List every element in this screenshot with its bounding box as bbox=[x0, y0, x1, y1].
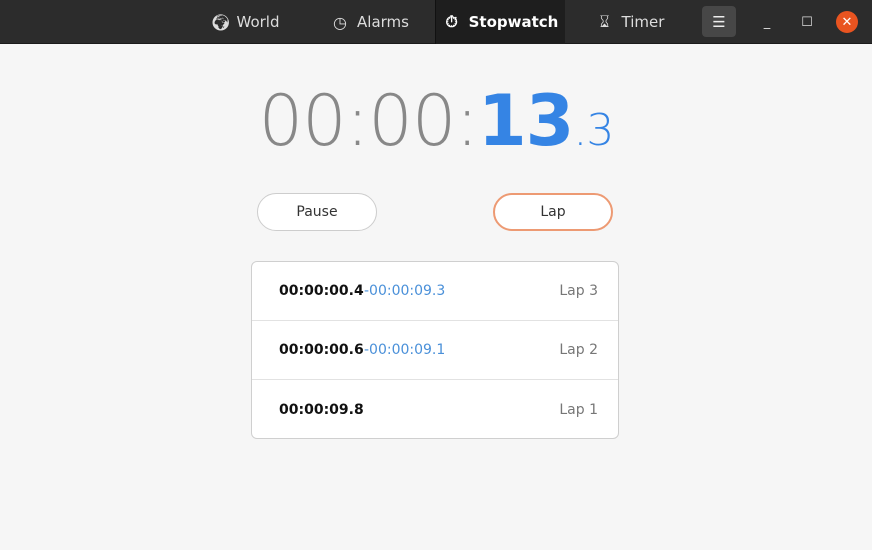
maximize-button[interactable]: ☐ bbox=[796, 11, 818, 33]
tab-timer[interactable]: ⌛︎ Timer bbox=[575, 0, 685, 44]
tenths: .3 bbox=[573, 105, 614, 156]
tab-stopwatch[interactable]: ⏱︎ Stopwatch bbox=[435, 0, 565, 44]
stopwatch-icon: ⏱︎ bbox=[445, 12, 458, 31]
lap-label: Lap 1 bbox=[559, 401, 598, 418]
lap-difference: -00:00:09.1 bbox=[364, 342, 446, 358]
tab-label: Stopwatch bbox=[468, 13, 559, 31]
tab-world[interactable]: 🌍︎ World bbox=[185, 0, 305, 44]
lap-time: 00:00:00.4 bbox=[279, 283, 364, 299]
globe-icon: 🌍︎ bbox=[210, 12, 231, 32]
lap-button[interactable]: Lap bbox=[493, 193, 613, 231]
lap-row: 00:00:00.6 -00:00:09.1 Lap 2 bbox=[252, 321, 618, 380]
pause-button[interactable]: Pause bbox=[257, 193, 377, 231]
header-bar: 🌍︎ World ◷ Alarms ⏱︎ Stopwatch ⌛︎ Timer ☰ _ … bbox=[0, 0, 872, 44]
tab-label: Timer bbox=[621, 13, 665, 31]
tab-label: World bbox=[236, 13, 280, 31]
tab-alarms[interactable]: ◷ Alarms bbox=[310, 0, 430, 44]
alarm-clock-icon: ◷ bbox=[333, 12, 347, 32]
hourglass-icon: ⌛︎ bbox=[599, 12, 610, 31]
hamburger-icon: ☰ bbox=[712, 12, 726, 31]
hours-minutes: 00:00: bbox=[258, 80, 479, 162]
lap-label: Lap 2 bbox=[559, 342, 598, 358]
close-icon: ✕ bbox=[841, 14, 853, 30]
lap-time: 00:00:00.6 bbox=[279, 342, 364, 358]
stopwatch-display: 00:00:13.3 bbox=[0, 80, 872, 162]
minimize-icon: _ bbox=[763, 14, 771, 30]
lap-row: 00:00:09.8 Lap 1 bbox=[252, 380, 618, 438]
menu-button[interactable]: ☰ bbox=[702, 6, 736, 37]
laps-list: 00:00:00.4 -00:00:09.3 Lap 3 00:00:00.6 -00… bbox=[251, 261, 619, 439]
close-button[interactable]: ✕ bbox=[836, 11, 858, 33]
seconds: 13 bbox=[477, 80, 574, 162]
tab-label: Alarms bbox=[357, 13, 409, 31]
lap-row: 00:00:00.4 -00:00:09.3 Lap 3 bbox=[252, 262, 618, 321]
lap-time: 00:00:09.8 bbox=[279, 401, 364, 418]
minimize-button[interactable]: _ bbox=[756, 11, 778, 33]
maximize-icon: ☐ bbox=[801, 14, 813, 30]
lap-label: Lap 3 bbox=[559, 283, 598, 299]
lap-difference: -00:00:09.3 bbox=[364, 283, 446, 299]
